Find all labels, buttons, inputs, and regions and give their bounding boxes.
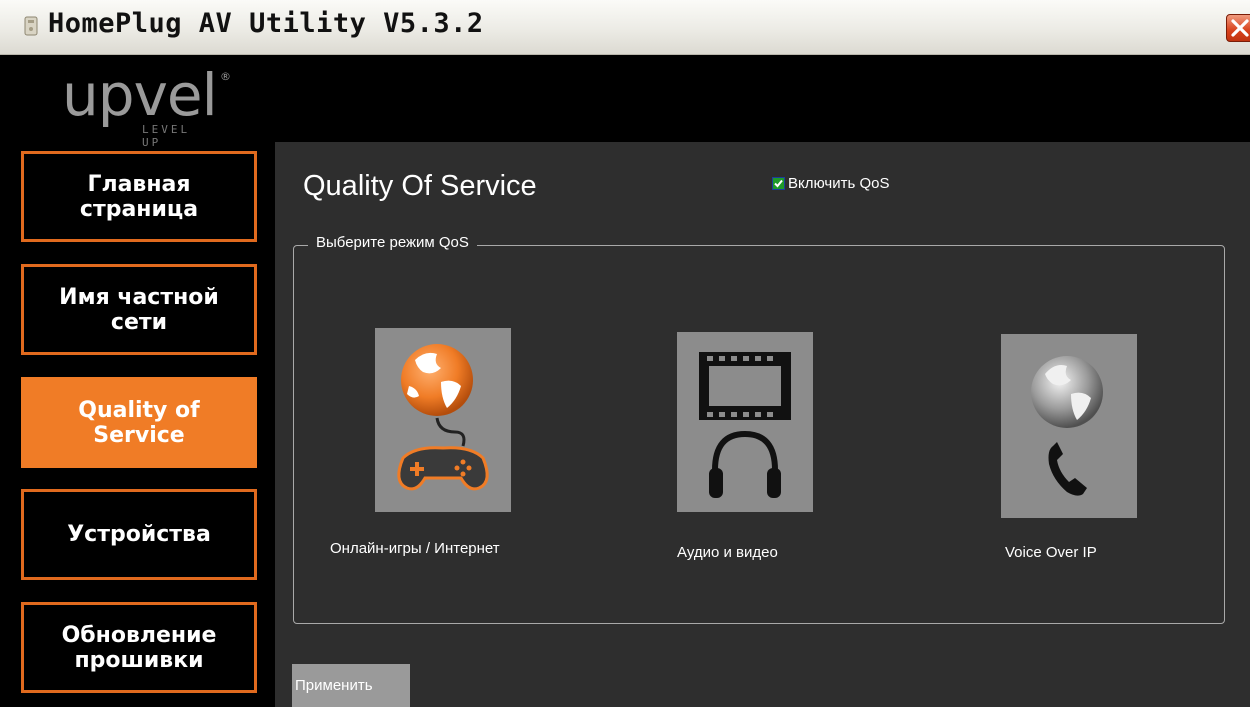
qos-mode-label: Аудио и видео bbox=[677, 544, 778, 561]
sidebar-item-label: Главная страница bbox=[79, 171, 199, 222]
qos-mode-label: Voice Over IP bbox=[1005, 544, 1097, 561]
sidebar-item-devices[interactable]: Устройства bbox=[21, 489, 257, 580]
sidebar-item-firmware-update[interactable]: Обновление прошивки bbox=[21, 602, 257, 693]
close-icon bbox=[1231, 19, 1249, 37]
checkbox[interactable] bbox=[772, 177, 785, 190]
qos-mode-label: Онлайн-игры / Интернет bbox=[330, 540, 500, 557]
app-icon bbox=[24, 16, 38, 36]
globe-gamepad-icon bbox=[375, 328, 511, 512]
window-title: HomePlug AV Utility V5.3.2 bbox=[48, 8, 484, 39]
close-button[interactable] bbox=[1226, 14, 1250, 42]
sidebar-item-network-name[interactable]: Имя частной сети bbox=[21, 264, 257, 355]
logo-text: upvel bbox=[62, 61, 218, 129]
sidebar-item-label: Quality of Service bbox=[78, 397, 200, 448]
upvel-logo: upvel ® LEVEL UP bbox=[62, 61, 231, 149]
enable-qos-label: Включить QoS bbox=[788, 175, 890, 192]
apply-button[interactable]: Применить bbox=[292, 664, 410, 707]
qos-mode-group-legend: Выберите режим QoS bbox=[308, 234, 477, 251]
sidebar-item-label: Обновление прошивки bbox=[61, 622, 217, 673]
qos-mode-group: Выберите режим QoS Онлайн-игры / Интерне… bbox=[293, 234, 1225, 624]
main-content: Quality Of Service Включить QoS Выберите… bbox=[275, 142, 1250, 707]
logo-tagline: LEVEL UP bbox=[142, 123, 191, 149]
globe-phone-icon bbox=[1001, 334, 1137, 518]
logo-registered-mark: ® bbox=[220, 70, 231, 83]
checkmark-icon bbox=[773, 178, 784, 189]
sidebar-item-home[interactable]: Главная страница bbox=[21, 151, 257, 242]
page-title: Quality Of Service bbox=[303, 170, 537, 202]
sidebar-item-label: Устройства bbox=[67, 522, 211, 547]
film-headphones-icon bbox=[677, 332, 813, 512]
sidebar-item-label: Имя частной сети bbox=[59, 284, 219, 335]
title-bar: HomePlug AV Utility V5.3.2 bbox=[0, 0, 1250, 55]
sidebar-item-qos[interactable]: Quality of Service bbox=[21, 377, 257, 468]
enable-qos-checkbox[interactable]: Включить QoS bbox=[772, 175, 889, 192]
